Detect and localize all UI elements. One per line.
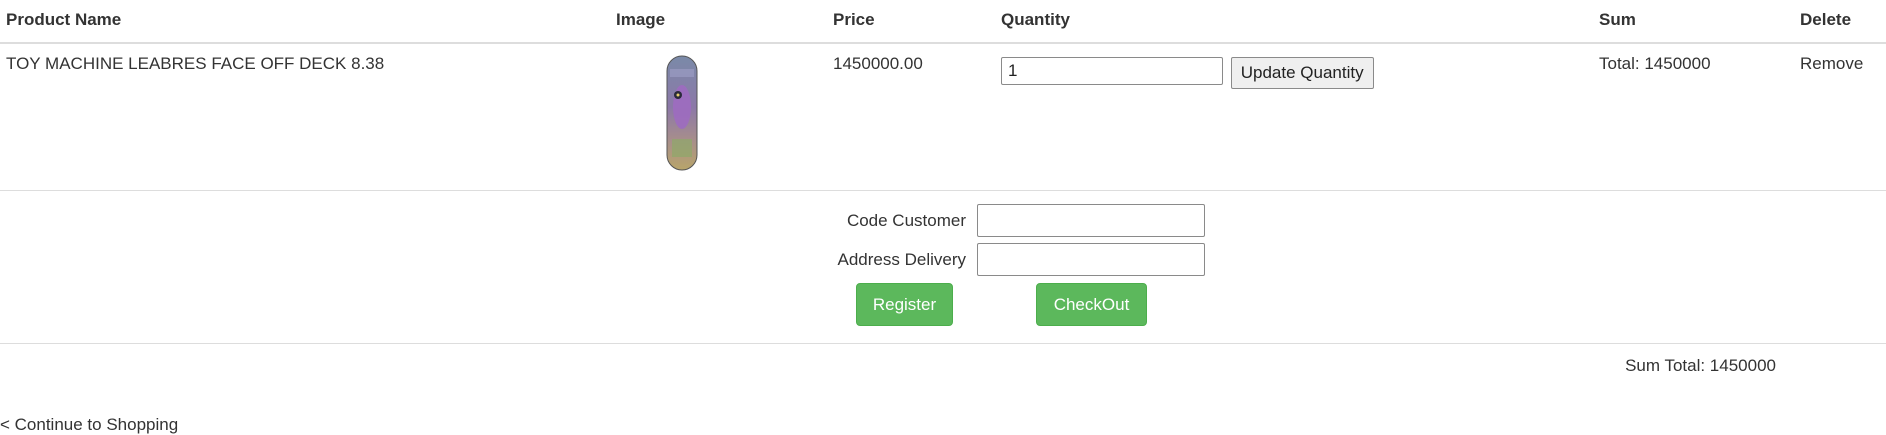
header-image: Image	[610, 0, 827, 44]
checkout-form: Code Customer Address Delivery Register …	[0, 190, 1886, 344]
product-image	[666, 55, 698, 171]
image-cell	[610, 43, 827, 191]
sum-total: Sum Total: 1450000	[1625, 356, 1776, 375]
quantity-cell: Update Quantity	[995, 43, 1593, 191]
header-quantity: Quantity	[995, 0, 1593, 44]
code-customer-row: Code Customer	[0, 204, 1886, 238]
checkout-button[interactable]: CheckOut	[1036, 283, 1147, 326]
continue-shopping-link[interactable]: < Continue to Shopping	[0, 415, 178, 435]
header-price: Price	[827, 0, 995, 44]
code-customer-label: Code Customer	[846, 211, 966, 230]
register-button[interactable]: Register	[856, 283, 953, 326]
quantity-input[interactable]	[1001, 57, 1223, 85]
address-delivery-input[interactable]	[977, 243, 1205, 276]
cart-table: Product Name Image Price Quantity Sum De…	[0, 0, 1886, 191]
code-customer-input[interactable]	[977, 204, 1205, 237]
header-product-name: Product Name	[0, 0, 610, 44]
header-sum: Sum	[1593, 0, 1794, 44]
remove-link[interactable]: Remove	[1794, 43, 1886, 191]
address-delivery-row: Address Delivery	[0, 243, 1886, 277]
table-row: TOY MACHINE LEABRES FACE OFF DECK 8.38 1…	[0, 43, 1886, 191]
sum-cell: Total: 1450000	[1593, 43, 1794, 191]
header-delete: Delete	[1794, 0, 1886, 44]
address-delivery-label: Address Delivery	[837, 250, 967, 269]
price-cell: 1450000.00	[827, 43, 995, 191]
update-quantity-button[interactable]: Update Quantity	[1230, 57, 1374, 89]
product-name-cell: TOY MACHINE LEABRES FACE OFF DECK 8.38	[0, 43, 610, 191]
table-header-row: Product Name Image Price Quantity Sum De…	[0, 0, 1886, 44]
